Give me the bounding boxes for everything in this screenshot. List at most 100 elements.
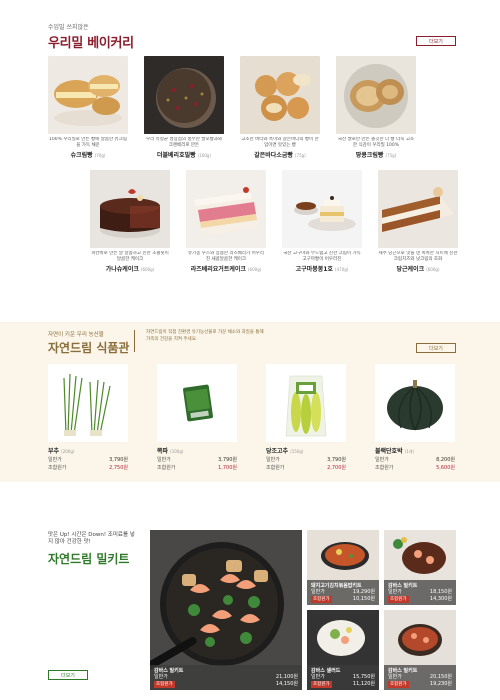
product-desc: 국산 쌀로만 만든 쫄깃한 다 빵 더욱 고소한 식감이 우리밀 100%: [337, 137, 415, 148]
pepper-image[interactable]: [266, 364, 346, 442]
bakery-eyebrow: 수입밀 쓰지않은: [48, 24, 89, 31]
product-card-sweet-potato[interactable]: 국산 고구마와 부드럽고 진한 크림이 가득 고구마빵이 어우러진 고구마봉봉1…: [282, 170, 362, 273]
berry-rye-image[interactable]: [144, 56, 224, 134]
member-price-label: 조합원가: [388, 681, 409, 688]
product-card-salt-bread[interactable]: 고소한 버터와 흑미와 갈은바다의 빵이 한입이면 맛있는 빵 갈은바다소금빵 …: [240, 56, 320, 159]
member-price-label: 조합원가: [375, 465, 394, 471]
product-name[interactable]: 라즈베리요거트케이크: [191, 266, 246, 273]
product-weight: (160g): [197, 153, 212, 158]
veg-name[interactable]: 쪽파: [157, 448, 168, 455]
nature-description: 자연드림이 직접 친환경 유기농산물로 가꾼 채소와 과일을 통해 가족의 건강…: [146, 330, 264, 342]
product-name[interactable]: 가나슈케이크: [106, 266, 139, 273]
product-desc: 우리 유정균 성장점의 풍부한 발포빵과와 크랜베리로 만든: [145, 137, 223, 148]
nature-more-button[interactable]: 더보기: [416, 343, 456, 353]
price-label: 일반가: [266, 457, 280, 463]
chives-image[interactable]: [48, 364, 128, 442]
member-price-label: 조합원가: [311, 596, 332, 603]
product-name[interactable]: 더블베리호밀빵: [157, 152, 196, 159]
regular-price: 19,290원: [352, 589, 375, 595]
kit-name[interactable]: 돼지고기김치볶음밥키트: [311, 582, 375, 589]
carrot-cake-image[interactable]: [378, 170, 458, 248]
product-desc: 국산 고구마와 부드럽고 진한 크림이 가득 고구마빵이 어우러진: [283, 251, 361, 262]
member-price-label: 조합원가: [157, 465, 176, 471]
member-price-label: 조합원가: [266, 465, 285, 471]
mealkit-more-button[interactable]: 더보기: [48, 670, 88, 680]
member-price-label: 조합원가: [154, 681, 175, 688]
product-desc: 유기농 우스와 상큼한 라즈베리가 어우러진 새콤달콤한 케이크: [187, 251, 265, 262]
price-label: 일반가: [388, 589, 402, 595]
kit-name[interactable]: 감바스 밀키트: [154, 667, 298, 674]
peanut-cream-image[interactable]: [336, 56, 416, 134]
raspberry-cake-image[interactable]: [186, 170, 266, 248]
bakery-title: 우리밀 베이커리: [48, 36, 134, 51]
product-weight: (75g): [385, 153, 397, 158]
veg-weight: (100g): [170, 449, 184, 454]
product-name[interactable]: 땅콩크림빵: [356, 152, 384, 159]
product-name[interactable]: 고구마봉봉1호: [296, 266, 333, 273]
product-card-ganache-cake[interactable]: 피칸바로 만든 달 달콤하고 진한 초콜릿이 달콤한 케이크 가나슈케이크 (6…: [90, 170, 170, 273]
bakery-more-button[interactable]: 더보기: [416, 36, 456, 46]
kit-card-gambas-salad[interactable]: 감바스 샐러드 일반가 15,750원 조합원가 11,120원: [307, 610, 379, 690]
regular-price: 15,750원: [352, 674, 375, 680]
cream-bread-image[interactable]: [48, 56, 128, 134]
member-price: 19,230원: [429, 681, 452, 687]
kit-name[interactable]: 감바스 밀키트: [388, 582, 452, 589]
kit-name[interactable]: 감바스 샐러드: [311, 667, 375, 674]
sweet-potato-image[interactable]: [282, 170, 362, 248]
divider: [134, 330, 135, 352]
regular-price: 20,150원: [429, 674, 452, 680]
kit-card-kimchi-rice[interactable]: 돼지고기김치볶음밥키트 일반가 19,290원 조합원가 10,150원: [307, 530, 379, 605]
kit-name[interactable]: 감바스 밀키트: [388, 667, 452, 674]
price-label: 일반가: [375, 457, 389, 463]
product-desc: 피칸바로 만든 달 달콤하고 진한 초콜릿이 달콤한 케이크: [91, 251, 169, 262]
member-price-label: 조합원가: [388, 596, 409, 603]
product-card-peanut-cream[interactable]: 국산 쌀로만 만든 쫄깃한 다 빵 더욱 고소한 식감이 우리밀 100% 땅콩…: [336, 56, 416, 159]
product-name[interactable]: 슈크림빵: [71, 152, 93, 159]
scallion-image[interactable]: [157, 364, 237, 442]
veg-card-chives[interactable]: 부추 (200g) 일반가 3,790원 조합원가 2,750원: [48, 364, 128, 471]
product-desc: 고소한 버터와 흑미와 갈은바다의 빵이 한입이면 맛있는 빵: [241, 137, 319, 148]
black-pumpkin-image[interactable]: [375, 364, 455, 442]
kit-card-gambas-3[interactable]: 감바스 밀키트 일반가 20,150원 조합원가 19,230원: [384, 610, 456, 690]
regular-price: 3,790원: [109, 457, 128, 463]
member-price-label: 조합원가: [48, 465, 67, 471]
regular-price: 18,150원: [429, 589, 452, 595]
nature-section: 자연이 키운 우리 농산물 자연드림 식품관 자연드림이 직접 친환경 유기농산…: [0, 322, 500, 482]
ganache-cake-image[interactable]: [90, 170, 170, 248]
veg-name[interactable]: 블랙단호박: [375, 448, 403, 455]
product-card-berry-rye[interactable]: 우리 유정균 성장점의 풍부한 발포빵과와 크랜베리로 만든 더블베리호밀빵 (…: [144, 56, 224, 159]
product-card-carrot-cake[interactable]: 제주 당근으로 맛을 낸 촉촉한 시트에 진한 크림치즈와 넛크림의 조화 당근…: [378, 170, 458, 273]
product-weight: (600g): [426, 267, 440, 272]
veg-name[interactable]: 부추: [48, 448, 59, 455]
price-label: 일반가: [157, 457, 171, 463]
mealkit-section: 맛은 Up! 시간은 Down! 조미료를 넣지 않아 건강한 맛! 자연드림 …: [0, 520, 500, 700]
product-name[interactable]: 당근케이크: [397, 266, 425, 273]
veg-card-black-pumpkin[interactable]: 블랙단호박 (1개) 일반가 8,200원 조합원가 5,600원: [375, 364, 455, 471]
product-desc: 제주 당근으로 맛을 낸 촉촉한 시트에 진한 크림치즈와 넛크림의 조화: [378, 251, 458, 262]
product-desc: 100% 우리밀로 만든 빵에 달콤한 슈크림을 가득 채운: [49, 137, 127, 148]
veg-weight: (1개): [404, 449, 415, 454]
price-label: 일반가: [154, 674, 168, 680]
salt-bread-image[interactable]: [240, 56, 320, 134]
product-card-raspberry-cake[interactable]: 유기농 우스와 상큼한 라즈베리가 어우러진 새콤달콤한 케이크 라즈베리요거트…: [186, 170, 266, 273]
kit-card-gambas-2[interactable]: 감바스 밀키트 일반가 18,150원 조합원가 14,300원: [384, 530, 456, 605]
member-price: 10,150원: [352, 596, 375, 602]
nature-title: 자연드림 식품관: [48, 341, 130, 355]
veg-card-scallion[interactable]: 쪽파 (100g) 일반가 3,790원 조합원가 1,700원: [157, 364, 237, 471]
veg-weight: (150g): [290, 449, 304, 454]
product-weight: (600g): [140, 267, 155, 272]
kit-card-gambas-large[interactable]: 감바스 밀키트 일반가 21,100원 조합원가 14,150원: [150, 530, 302, 690]
member-price-label: 조합원가: [311, 681, 332, 688]
member-price: 5,600원: [436, 465, 455, 471]
member-price: 2,700원: [327, 465, 346, 471]
veg-card-pepper[interactable]: 당조고추 (150g) 일반가 3,790원 조합원가 2,700원: [266, 364, 346, 471]
product-name[interactable]: 갈은바다소금빵: [254, 152, 293, 159]
regular-price: 8,200원: [436, 457, 455, 463]
product-weight: (70g): [94, 153, 106, 158]
regular-price: 3,790원: [327, 457, 346, 463]
veg-name[interactable]: 당조고추: [266, 448, 288, 455]
mealkit-title: 자연드림 밀키트: [48, 552, 130, 566]
product-weight: (600g): [248, 267, 262, 272]
product-card-cream-bread[interactable]: 100% 우리밀로 만든 빵에 달콤한 슈크림을 가득 채운 슈크림빵 (70g…: [48, 56, 128, 159]
veg-weight: (200g): [61, 449, 75, 454]
